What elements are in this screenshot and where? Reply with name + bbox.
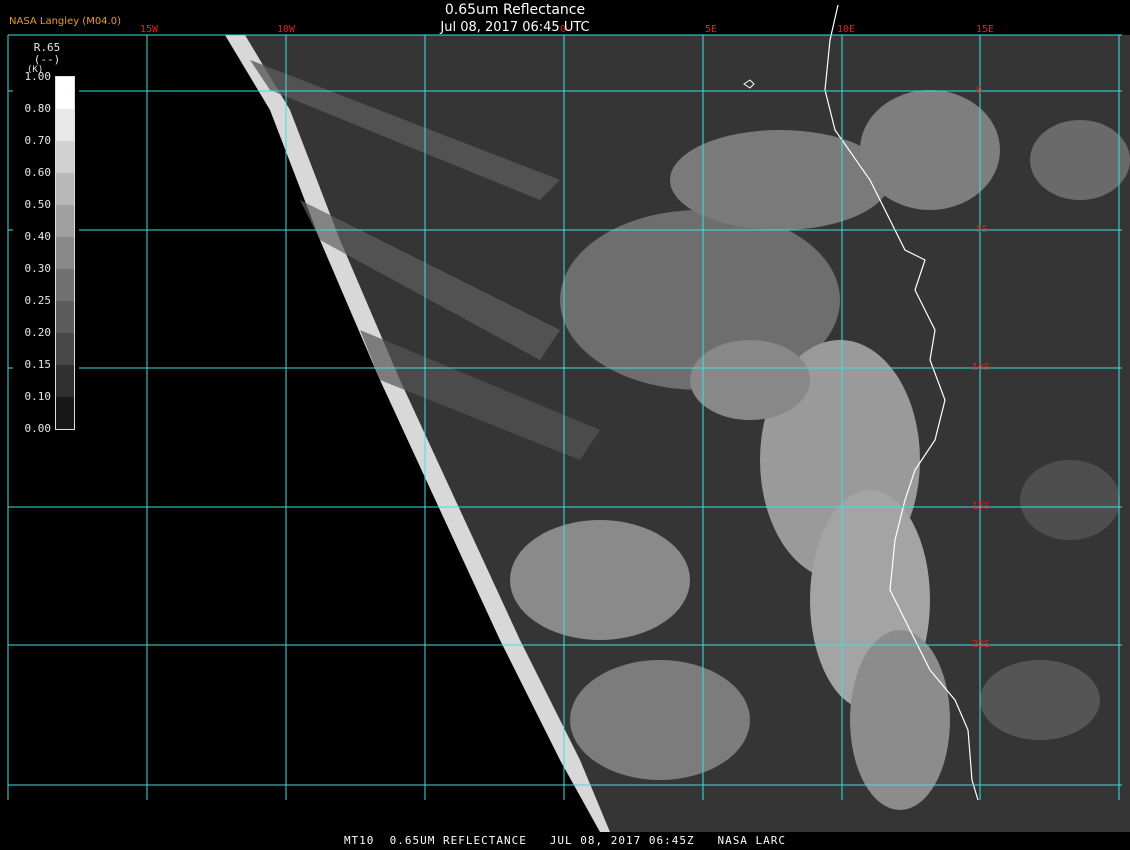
color-legend: R.65 (--) (K) 1.00 0.80 0.70 0.60 0.50 0… — [13, 40, 79, 440]
cloud-deck — [980, 660, 1100, 740]
product-title: 0.65um Reflectance — [444, 2, 586, 18]
legend-tick: 0.80 — [24, 102, 52, 115]
legend-tick: 0.10 — [24, 390, 52, 403]
lat-label-0: 0 — [976, 85, 983, 96]
cloud-deck — [860, 90, 1000, 210]
lat-label-20s: 20S — [972, 639, 991, 650]
legend-colorbar — [55, 76, 75, 430]
cloud-deck — [690, 340, 810, 420]
cloud-deck — [1030, 120, 1130, 200]
legend-tick: 0.20 — [24, 326, 52, 339]
cloud-deck — [570, 660, 750, 780]
satellite-viewer: 15W 10W 0 5E 10E 15E 0 5S 10S 15S 20S NA… — [0, 0, 1130, 850]
legend-tick: 0.70 — [24, 134, 52, 147]
legend-tick: 0.15 — [24, 358, 52, 371]
image-footer: MT10 0.65UM REFLECTANCE JUL 08, 2017 06:… — [0, 834, 1130, 850]
lat-label-10s: 10S — [972, 362, 991, 373]
lat-label-15s: 15S — [972, 501, 991, 512]
satellite-image — [0, 0, 1130, 850]
legend-tick: 0.40 — [24, 230, 52, 243]
legend-tick: 0.30 — [24, 262, 52, 275]
legend-tick: 0.25 — [24, 294, 52, 307]
cloud-deck — [850, 630, 950, 810]
legend-tick: 0.50 — [24, 198, 52, 211]
lat-label-5s: 5S — [976, 224, 989, 235]
legend-tick: 0.00 — [24, 422, 52, 435]
cloud-deck — [510, 520, 690, 640]
legend-tick: 1.00 — [24, 70, 52, 83]
image-datetime: Jul 08, 2017 06:45 UTC — [440, 20, 590, 35]
legend-tick: 0.60 — [24, 166, 52, 179]
cloud-deck — [1020, 460, 1120, 540]
